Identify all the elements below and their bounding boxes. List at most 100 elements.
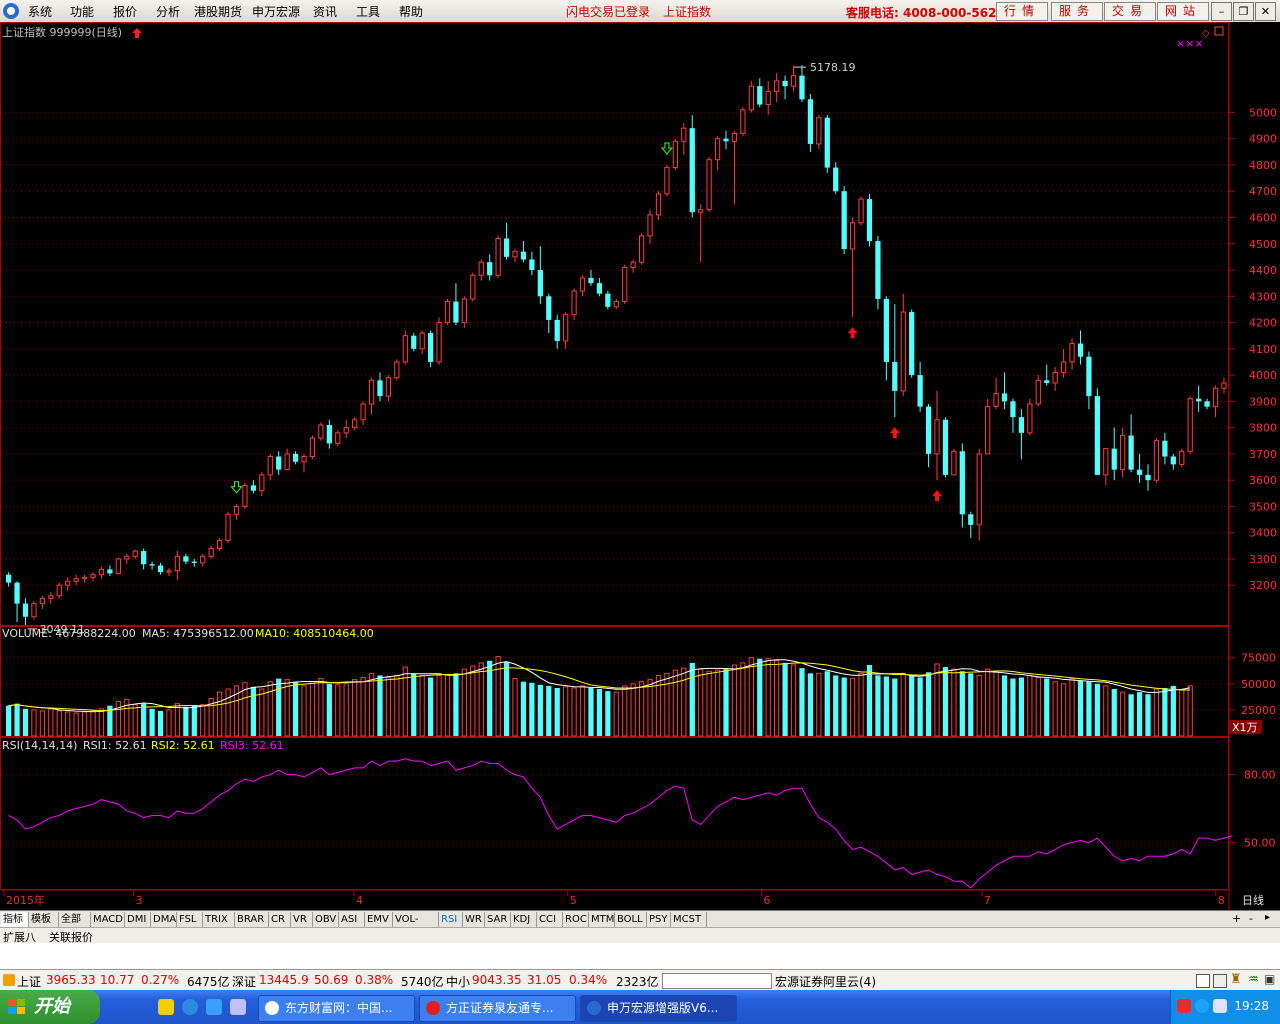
menu-help[interactable]: 帮助 (399, 3, 423, 20)
nav-trade-button[interactable]: 交易 (1104, 2, 1156, 21)
minimize-icon[interactable]: – (1211, 2, 1232, 21)
volume-bar-up (81, 711, 88, 737)
task-swhy[interactable]: 申万宏源增强版V6... (580, 995, 737, 1022)
volume-bar-up (309, 681, 316, 737)
tab-psy[interactable]: PSY (647, 912, 671, 927)
candle-body-up (132, 550, 138, 557)
candle-body-down (157, 565, 164, 573)
volume-bar-up (563, 686, 569, 737)
settings-icon[interactable] (1213, 974, 1227, 988)
quicklaunch-explorer-icon[interactable] (206, 999, 222, 1015)
tab-cci[interactable]: CCI (537, 912, 563, 927)
system-tray: 19:28 (1170, 990, 1280, 1024)
candle-body-up (115, 558, 121, 574)
task-eastmoney[interactable]: 东方财富网：中国... (258, 995, 415, 1022)
tab-mcst[interactable]: MCST (671, 912, 707, 927)
volume-bar-up (681, 667, 687, 737)
tab-dmi[interactable]: DMI (125, 912, 151, 927)
tab-fsl[interactable]: FSL (177, 912, 203, 927)
candle-body-down (503, 238, 510, 257)
tab-全部[interactable]: 全部 (59, 912, 91, 927)
tab-cr[interactable]: CR (269, 912, 291, 927)
tab-wr[interactable]: WR (463, 912, 485, 927)
tab-rsi[interactable]: RSI (439, 912, 463, 927)
candle-body-up (352, 419, 358, 429)
volume-bar-down (276, 678, 282, 736)
tray-shield-icon[interactable] (1213, 999, 1227, 1013)
zx-amount: 2323亿 (616, 975, 659, 989)
rsi-name: RSI(14,14,14) (2, 739, 77, 752)
menu-function[interactable]: 功能 (70, 3, 94, 20)
candle-body-down (1162, 440, 1168, 457)
volume-bar-up (1179, 689, 1185, 737)
candle-body-down (883, 298, 889, 362)
quicklaunch-qq-icon[interactable] (158, 999, 174, 1015)
tab-asi[interactable]: ASI (339, 912, 365, 927)
menu-tools[interactable]: 工具 (356, 3, 380, 20)
remove-icon[interactable]: - (1249, 912, 1253, 925)
volume-bar-up (731, 664, 738, 737)
candle-body-down (250, 485, 256, 491)
tab-模板[interactable]: 模板 (29, 912, 59, 927)
tab-指标[interactable]: 指标 (1, 912, 29, 927)
volume-bar-up (740, 662, 746, 737)
volume-bar-down (1077, 680, 1084, 736)
candle-body-up (985, 406, 991, 455)
volume-bar-up (65, 711, 71, 737)
tab-kdj[interactable]: KDJ (511, 912, 537, 927)
volume-bar-up (672, 669, 678, 737)
tab-obv[interactable]: OBV (313, 912, 339, 927)
menu-info[interactable]: 资讯 (313, 3, 337, 20)
menu-swhy[interactable]: 申万宏源 (252, 3, 300, 20)
tab-vol-tdx[interactable]: VOL-TDX (393, 912, 439, 940)
candle-body-up (65, 580, 71, 586)
volume-bar-up (335, 684, 341, 737)
close-icon[interactable]: ✕ (1255, 2, 1276, 21)
quicklaunch-ie-icon[interactable] (182, 999, 198, 1015)
start-button[interactable]: 开始 (0, 990, 100, 1024)
tray-s-icon[interactable] (1177, 999, 1191, 1013)
tab-boll[interactable]: BOLL (615, 912, 647, 927)
tray-globe-icon[interactable] (1195, 999, 1209, 1013)
message-icon[interactable] (1196, 974, 1210, 988)
nav-website-button[interactable]: 网站 (1157, 2, 1209, 21)
menu-analysis[interactable]: 分析 (156, 3, 180, 20)
tab-trix[interactable]: TRIX (203, 912, 235, 927)
candle-body-up (335, 432, 341, 444)
nav-service-button[interactable]: 服务 (1051, 2, 1103, 21)
rsi1-value: RSI1: 52.61 (83, 739, 147, 752)
tab-mtm[interactable]: MTM (589, 912, 615, 927)
volume-bar-down (554, 687, 560, 736)
candle-body-down (107, 569, 113, 574)
task-founder[interactable]: 方正证券泉友通专... (419, 995, 576, 1022)
menu-quote[interactable]: 报价 (113, 3, 137, 20)
tab-vr[interactable]: VR (291, 912, 313, 927)
volume-bar-down (149, 708, 155, 736)
tab-emv[interactable]: EMV (365, 912, 393, 927)
volume-bar-up (849, 678, 856, 737)
volume-bar-down (487, 660, 493, 736)
candle-body-down (866, 199, 873, 242)
nav-quotes-button[interactable]: 行情 (996, 2, 1048, 21)
menu-hk-futures[interactable]: 港股期货 (194, 3, 242, 20)
scroll-right-icon[interactable]: ▸ (1265, 912, 1270, 923)
tab-macd[interactable]: MACD (91, 912, 125, 927)
candle-body-up (934, 419, 940, 455)
menu-system[interactable]: 系统 (28, 3, 52, 20)
kline-chart[interactable]: 3200 3300 3400 3500 3600 3700 3800 3900 4000 4100… (0, 22, 1280, 910)
restore-icon[interactable]: ❐ (1233, 2, 1254, 21)
candle-body-up (56, 584, 62, 597)
chart-area[interactable]: 3200 3300 3400 3500 3600 3700 3800 3900 4000 4100… (0, 22, 1280, 910)
tab-roc[interactable]: ROC (563, 912, 589, 927)
tab-dma[interactable]: DMA (151, 912, 177, 927)
candle-body-up (681, 127, 687, 142)
tab-sar[interactable]: SAR (485, 912, 511, 927)
quicklaunch-media-icon[interactable] (230, 999, 246, 1015)
volume-tick-label: 50000 (1241, 678, 1276, 691)
candle-body-up (39, 597, 45, 605)
wifi-icon: ♒ (1248, 972, 1259, 986)
tab-brar[interactable]: BRAR (235, 912, 269, 927)
rsi-tick-label: 80.00 (1244, 769, 1276, 782)
add-icon[interactable]: + (1232, 912, 1241, 925)
task-label: 方正证券泉友通专... (446, 1001, 554, 1015)
